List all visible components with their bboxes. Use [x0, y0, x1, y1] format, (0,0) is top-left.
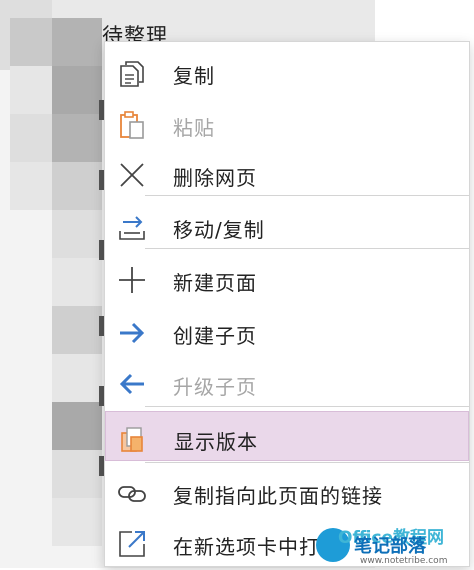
watermark-url: www.notetribe.com — [360, 556, 448, 566]
watermark-name: 笔记部落 — [354, 536, 426, 557]
menu-item-new-page[interactable]: 新建页面 — [105, 253, 469, 306]
obscured-block — [52, 210, 102, 258]
menu-item-label: 新建页面 — [173, 271, 257, 295]
menu-separator — [145, 462, 469, 463]
menu-item-label: 粘贴 — [173, 116, 215, 140]
obscured-block — [10, 162, 52, 210]
obscured-block — [52, 258, 102, 306]
menu-item-promote-subpage[interactable]: 升级子页 — [105, 357, 469, 410]
obscured-block — [52, 114, 102, 162]
obscured-block — [10, 18, 52, 66]
plus-icon — [119, 267, 145, 293]
paste-icon — [120, 111, 144, 139]
menu-separator — [145, 406, 469, 407]
obscured-block — [52, 66, 102, 114]
obscured-block — [52, 354, 102, 402]
arrow-left-icon — [119, 373, 144, 395]
menu-item-move-copy[interactable]: 移动/复制 — [105, 200, 469, 253]
obscured-block — [10, 66, 52, 114]
obscured-block — [52, 162, 102, 210]
obscured-block — [10, 114, 52, 162]
close-icon — [120, 163, 144, 187]
menu-item-show-versions[interactable]: 显示版本 — [105, 411, 469, 461]
copy-icon — [120, 61, 144, 87]
menu-item-label: 移动/复制 — [173, 218, 265, 242]
menu-item-label: 删除网页 — [173, 166, 257, 190]
arrow-right-icon — [120, 322, 145, 344]
menu-item-paste[interactable]: 粘贴 — [105, 98, 469, 151]
menu-item-label: 复制 — [173, 64, 215, 88]
menu-item-label: 创建子页 — [173, 324, 257, 348]
obscured-block — [52, 306, 102, 354]
move-copy-icon — [119, 216, 145, 240]
obscured-block — [52, 498, 102, 546]
link-icon — [118, 486, 146, 502]
menu-item-label: 显示版本 — [174, 430, 258, 454]
menu-item-create-subpage[interactable]: 创建子页 — [105, 306, 469, 359]
versions-icon — [121, 427, 143, 452]
menu-item-label: 复制指向此页面的链接 — [173, 484, 383, 508]
menu-item-label: 升级子页 — [173, 375, 257, 399]
obscured-block — [52, 450, 102, 498]
page-context-menu: 复制 粘贴 删除网页 移动/复制 新建页面 创建子页 升级子页 显示版本 复制指… — [104, 41, 470, 567]
menu-item-delete-page[interactable]: 删除网页 — [105, 148, 469, 201]
menu-item-copy[interactable]: 复制 — [105, 46, 469, 99]
menu-separator — [145, 195, 469, 196]
open-new-tab-icon — [119, 531, 145, 557]
menu-item-copy-link[interactable]: 复制指向此页面的链接 — [105, 466, 469, 519]
menu-separator — [145, 248, 469, 249]
obscured-block — [52, 402, 102, 450]
obscured-block — [52, 18, 102, 66]
